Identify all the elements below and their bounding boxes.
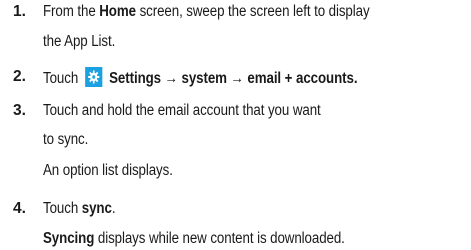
step-3-note: An option list displays. [43,162,173,179]
step-1-line-2: the App List. [43,33,116,50]
syncing-label: Syncing [43,230,95,247]
step-1-text-pre: From the [43,3,100,20]
step-1-text-post: screen, sweep the screen left to display [135,3,370,20]
step-3-line-1: Touch and hold the email account that yo… [43,102,321,119]
step-4-text-post: . [111,200,116,217]
step-4-number: 4. [13,200,26,217]
step-1-number: 1. [13,3,26,20]
step-4-note-post: displays while new content is downloaded… [94,230,345,247]
step-2-number: 2. [13,68,26,85]
step-4-text-pre: Touch [43,200,82,217]
settings-gear-icon [85,67,103,87]
settings-path-label: Settings → system → email + accounts. [109,70,358,87]
home-label: Home [99,3,136,20]
sync-label: sync [81,200,112,217]
step-2-text-pre: Touch [43,70,79,87]
step-4-note: Syncing displays while new content is do… [43,229,345,249]
step-3-line-2: to sync. [43,131,89,148]
step-2-line: Touch Settings → system → email + accoun… [43,67,358,89]
step-4-line: Touch sync. [43,199,116,219]
instruction-document: 1. From the Home screen, sweep the scree… [0,0,471,250]
step-3-number: 3. [13,102,26,119]
step-1-line-1: From the Home screen, sweep the screen l… [43,2,370,22]
